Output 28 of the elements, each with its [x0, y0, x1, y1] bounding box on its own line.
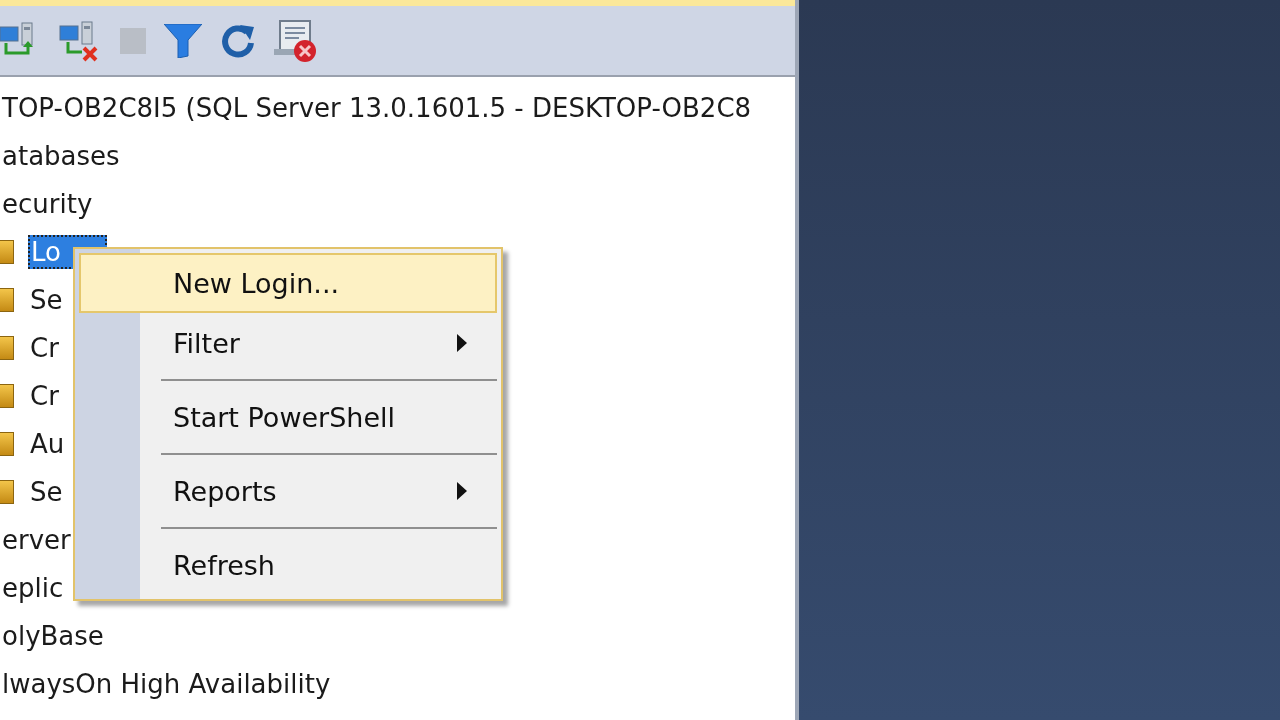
folder-icon — [0, 336, 14, 360]
tree-item[interactable]: lwaysOn High Availability — [0, 668, 333, 700]
tree-item[interactable]: ecurity — [0, 188, 95, 220]
folder-icon — [0, 384, 14, 408]
tree-item[interactable]: olyBase — [0, 620, 106, 652]
tree-item[interactable]: erver — [0, 524, 73, 556]
submenu-arrow-icon — [457, 482, 467, 500]
folder-icon — [0, 240, 14, 264]
tree-item[interactable]: eplic — [0, 572, 66, 604]
menu-item[interactable]: Filter — [79, 313, 497, 373]
tree-item[interactable]: Cr — [28, 380, 61, 412]
refresh-icon[interactable] — [220, 22, 256, 59]
menu-item[interactable]: Reports — [79, 461, 497, 521]
submenu-arrow-icon — [457, 334, 467, 352]
tree-item[interactable]: Cr — [28, 332, 61, 364]
tree-item[interactable]: Se — [28, 284, 65, 316]
menu-item[interactable]: New Login... — [79, 253, 497, 313]
folder-icon — [0, 432, 14, 456]
folder-icon — [0, 480, 14, 504]
tree-item[interactable]: TOP-OB2C8I5 (SQL Server 13.0.1601.5 - DESKTOP-OB2C8 — [0, 92, 754, 124]
tree-item[interactable]: atabases — [0, 140, 122, 172]
scroll-with-error-icon[interactable] — [274, 18, 318, 63]
tree-item[interactable]: Se — [28, 476, 65, 508]
folder-icon — [0, 288, 14, 312]
menu-item[interactable]: Start PowerShell — [79, 387, 497, 447]
tree-item[interactable]: Au — [28, 428, 67, 460]
menu-item[interactable]: Refresh — [79, 535, 497, 595]
filter-icon[interactable] — [164, 23, 202, 58]
